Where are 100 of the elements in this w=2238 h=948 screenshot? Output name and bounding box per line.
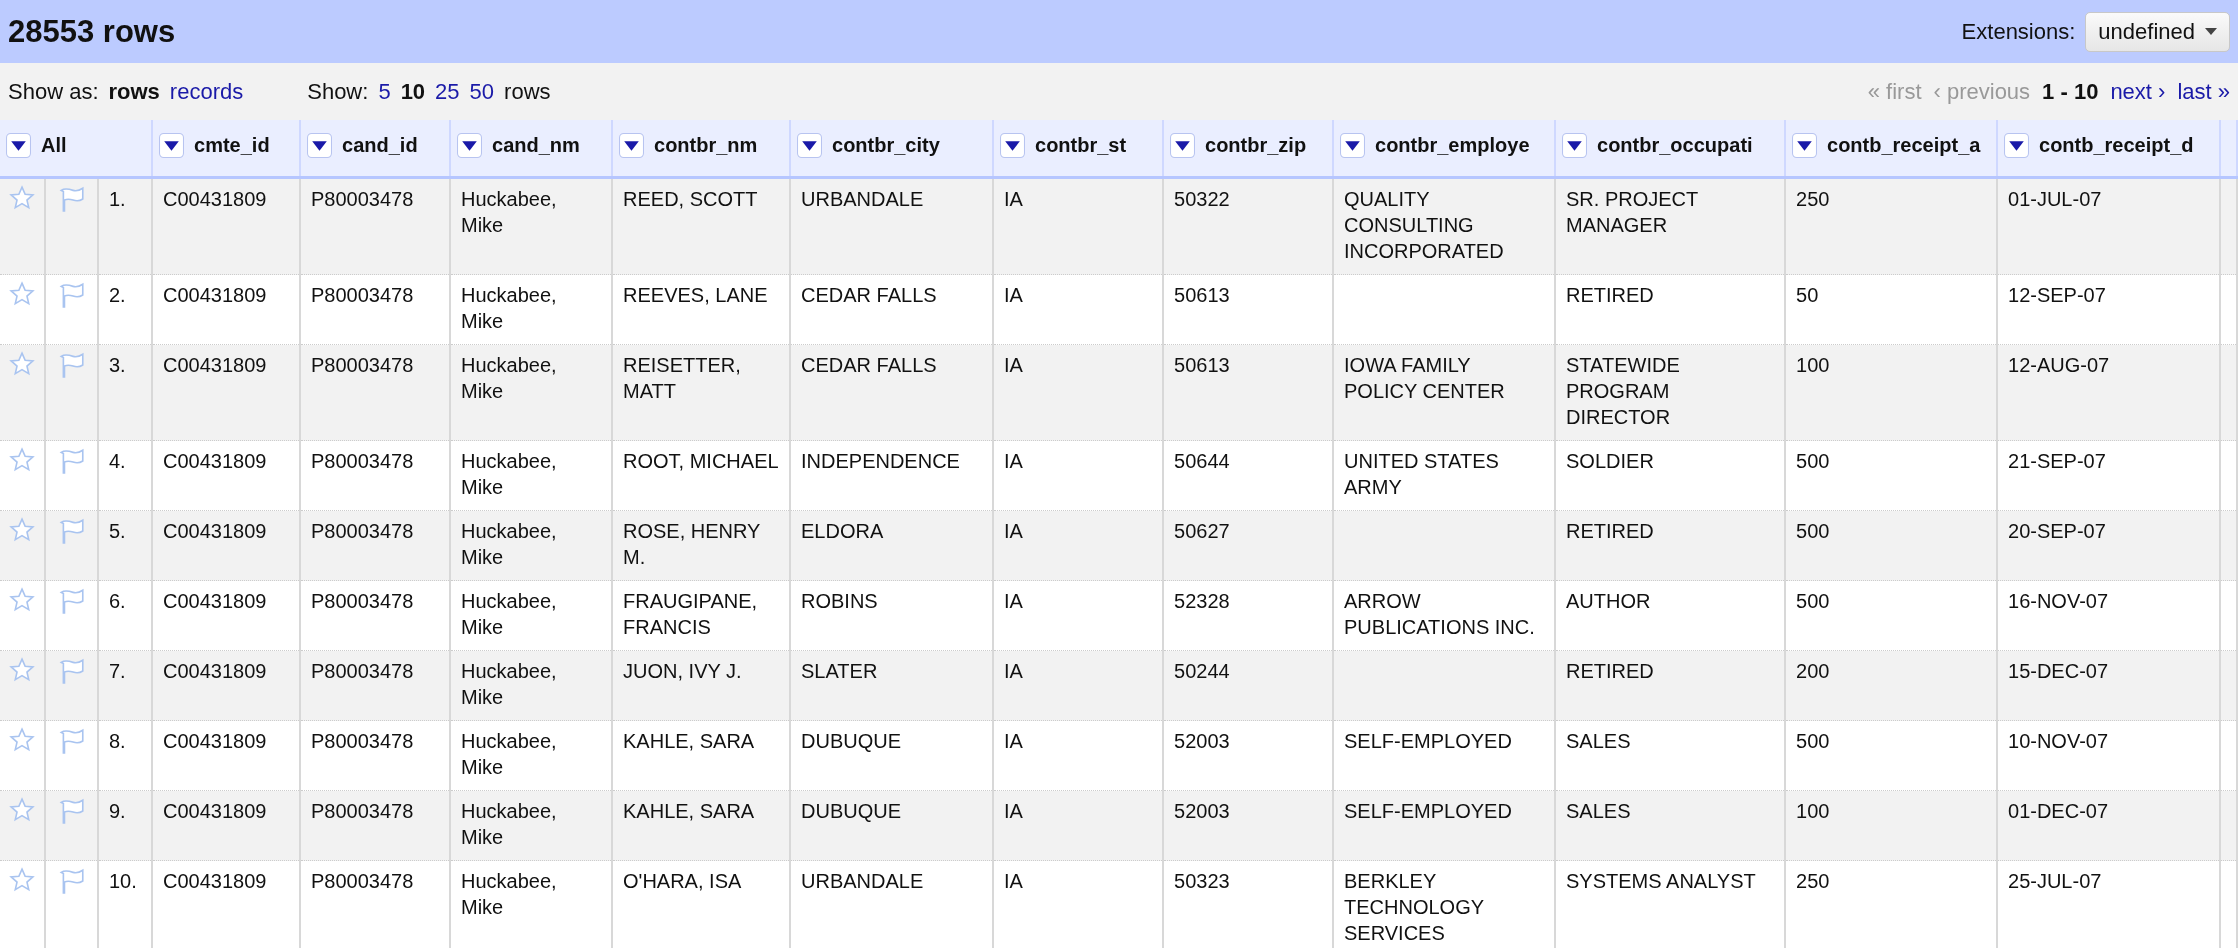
table-cell: C00431809 — [152, 650, 300, 721]
star-icon[interactable] — [9, 517, 35, 543]
table-cell: SALES — [1555, 790, 1785, 861]
star-icon[interactable] — [9, 185, 35, 211]
show-as-option[interactable]: records — [169, 78, 244, 105]
table-cell: Huckabee, Mike — [450, 650, 612, 721]
table-cell: IA — [993, 860, 1163, 948]
table-cell: URBANDALE — [790, 860, 993, 948]
table-cell: Huckabee, Mike — [450, 177, 612, 275]
table-cell: 15-DEC-07 — [1997, 650, 2220, 721]
column-title: cmte_id — [194, 134, 270, 157]
table-cell: JUON, IVY J. — [612, 650, 790, 721]
column-title: cand_id — [342, 134, 418, 157]
table-cell: RETIRED — [1555, 650, 1785, 721]
table-cell: SYSTEMS ANALYST — [1555, 860, 1785, 948]
column-header[interactable]: contbr_city — [790, 120, 993, 178]
table-cell: SR. PROJECT MANAGER — [1555, 177, 1785, 275]
table-cell: 100 — [1785, 790, 1997, 861]
table-cell: P80003478 — [300, 860, 450, 948]
page-size-option[interactable]: 5 — [378, 78, 391, 105]
table-cell: 200 — [1785, 650, 1997, 721]
star-icon[interactable] — [9, 727, 35, 753]
star-icon[interactable] — [9, 587, 35, 613]
column-header[interactable]: contbr_nm — [612, 120, 790, 178]
table-cell: Huckabee, Mike — [450, 790, 612, 861]
row-number: 1. — [98, 177, 152, 275]
show-as-option[interactable]: rows — [108, 78, 160, 105]
column-header[interactable]: contb_receipt_a — [1785, 120, 1997, 178]
row-count-title: 28553 rows — [8, 13, 176, 50]
page-size-option[interactable]: 25 — [435, 78, 460, 105]
next-page-link[interactable]: next › — [2110, 78, 2166, 105]
all-column-header[interactable]: All — [0, 120, 152, 178]
column-header[interactable]: contb_receipt_d — [1997, 120, 2220, 178]
table-cell: SLATER — [790, 650, 993, 721]
table-cell: C00431809 — [152, 790, 300, 861]
table-cell: IA — [993, 790, 1163, 861]
page-size-option[interactable]: 50 — [469, 78, 495, 105]
table-cell: IA — [993, 344, 1163, 441]
table-cell: 250 — [1785, 177, 1997, 275]
table-cell: 50244 — [1163, 650, 1333, 721]
column-header[interactable]: cand_nm — [450, 120, 612, 178]
table-cell: IA — [993, 650, 1163, 721]
column-header[interactable]: contbr_employe — [1333, 120, 1555, 178]
table-cell: P80003478 — [300, 344, 450, 441]
star-icon[interactable] — [9, 797, 35, 823]
table-cell: URBANDALE — [790, 177, 993, 275]
extensions-label: Extensions: — [1961, 18, 2076, 45]
table-cell: 20-SEP-07 — [1997, 510, 2220, 581]
table-cell: 100 — [1785, 344, 1997, 441]
column-title: contbr_occupati — [1597, 134, 1753, 157]
table-cell: ROSE, HENRY M. — [612, 510, 790, 581]
table-cell: 250 — [1785, 860, 1997, 948]
table-cell: CEDAR FALLS — [790, 344, 993, 441]
caret-icon — [2205, 28, 2217, 35]
table-cell: SELF-EMPLOYED — [1333, 790, 1555, 861]
column-header[interactable]: cmte_id — [152, 120, 300, 178]
table-cell: C00431809 — [152, 177, 300, 275]
column-title: contb_receipt_d — [2039, 134, 2194, 157]
table-cell: 01-JUL-07 — [1997, 177, 2220, 275]
table-cell: QUALITY CONSULTING INCORPORATED — [1333, 177, 1555, 275]
column-header[interactable]: cand_id — [300, 120, 450, 178]
column-title: contbr_zip — [1205, 134, 1307, 157]
table-cell: ELDORA — [790, 510, 993, 581]
table-cell: P80003478 — [300, 510, 450, 581]
star-icon[interactable] — [9, 351, 35, 377]
table-cell: C00431809 — [152, 344, 300, 441]
table-cell: P80003478 — [300, 177, 450, 275]
table-cell: Huckabee, Mike — [450, 344, 612, 441]
row-number: 9. — [98, 790, 152, 861]
star-icon[interactable] — [9, 447, 35, 473]
table-cell: P80003478 — [300, 790, 450, 861]
column-title: contbr_employe — [1375, 134, 1530, 157]
column-header[interactable]: contbr_st — [993, 120, 1163, 178]
table-cell: 50323 — [1163, 860, 1333, 948]
show-label: Show: — [307, 78, 369, 105]
table-cell: 52003 — [1163, 790, 1333, 861]
table-cell: IOWA FAMILY POLICY CENTER — [1333, 344, 1555, 441]
column-header[interactable]: contbr_zip — [1163, 120, 1333, 178]
table-cell: 12-AUG-07 — [1997, 344, 2220, 441]
column-title: contbr_st — [1035, 134, 1127, 157]
table-cell: 25-JUL-07 — [1997, 860, 2220, 948]
page-size-option[interactable]: 10 — [400, 78, 426, 105]
rows-label: rows — [504, 78, 551, 105]
page-range: 1 - 10 — [2042, 78, 2099, 105]
star-icon[interactable] — [9, 281, 35, 307]
column-title: contbr_nm — [654, 134, 758, 157]
star-icon[interactable] — [9, 867, 35, 893]
row-number: 3. — [98, 344, 152, 441]
row-number: 7. — [98, 650, 152, 721]
table-cell: RETIRED — [1555, 510, 1785, 581]
extensions-dropdown[interactable]: undefined — [2085, 11, 2230, 52]
column-header[interactable]: contbr_occupati — [1555, 120, 1785, 178]
column-title: contb_receipt_a — [1827, 134, 1981, 157]
star-icon[interactable] — [9, 657, 35, 683]
table-cell: C00431809 — [152, 510, 300, 581]
table-cell: Huckabee, Mike — [450, 510, 612, 581]
last-page-link[interactable]: last » — [2177, 78, 2230, 105]
table-cell: REISETTER, MATT — [612, 344, 790, 441]
table-cell: KAHLE, SARA — [612, 790, 790, 861]
table-cell: STATEWIDE PROGRAM DIRECTOR — [1555, 344, 1785, 441]
